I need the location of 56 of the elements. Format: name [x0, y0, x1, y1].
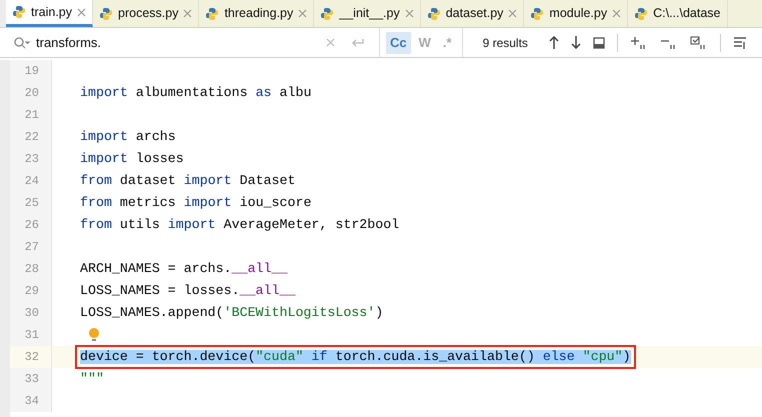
line-number: 20: [10, 82, 52, 104]
python-file-icon: [205, 6, 220, 20]
python-file-icon: [320, 6, 334, 20]
search-icon: [14, 36, 30, 48]
code-line: import archs: [80, 130, 176, 144]
file-tab[interactable]: train.py: [6, 0, 93, 27]
python-file-icon: [99, 6, 113, 20]
up-arrow-icon[interactable]: [548, 36, 559, 49]
line-number: 28: [10, 258, 52, 280]
line-number: 29: [10, 280, 52, 302]
line-number: 25: [10, 192, 52, 214]
python-file-icon: [12, 5, 26, 19]
window-icon[interactable]: [592, 36, 605, 48]
lightbulb-icon[interactable]: [88, 328, 100, 342]
search-option-toggle[interactable]: Cc: [386, 32, 411, 54]
close-icon[interactable]: [404, 9, 414, 18]
line-number: 24: [10, 170, 52, 192]
file-tab[interactable]: threading.py: [199, 0, 314, 27]
line-number: 21: [10, 104, 52, 126]
code-line: from dataset import Dataset: [80, 174, 296, 188]
code-line: """: [80, 372, 104, 386]
close-icon[interactable]: [183, 9, 192, 18]
clear-icon[interactable]: [326, 38, 335, 47]
file-tab[interactable]: dataset.py: [420, 0, 524, 27]
python-file-icon: [634, 6, 648, 20]
close-icon[interactable]: [612, 9, 622, 18]
file-tab[interactable]: __init__.py: [314, 0, 421, 27]
results-count: 9 results: [482, 34, 529, 52]
line-number: 26: [10, 214, 52, 236]
line-number: 31: [10, 324, 52, 346]
line-number: 34: [10, 390, 52, 412]
line-number: 23: [10, 148, 52, 170]
code-line: LOSS_NAMES = losses.__all__: [80, 284, 296, 298]
newline-icon[interactable]: [351, 38, 365, 48]
file-tab[interactable]: C:\...\datase: [628, 0, 728, 27]
python-file-icon: [530, 6, 544, 20]
line-number: 27: [10, 236, 52, 258]
code-line: from metrics import iou_score: [80, 196, 312, 210]
line-number: 19: [10, 60, 52, 82]
search-field[interactable]: transforms.: [0, 28, 380, 57]
line-number: 22: [10, 126, 52, 148]
close-icon[interactable]: [508, 9, 518, 18]
code-line: from utils import AverageMeter, str2bool: [80, 218, 400, 232]
filter-lines-icon[interactable]: [732, 36, 749, 50]
line-number: 30: [10, 302, 52, 324]
down-arrow-icon[interactable]: [570, 36, 581, 49]
line-number: 33: [10, 368, 52, 390]
close-icon[interactable]: [298, 9, 308, 18]
code-line: LOSS_NAMES.append('BCEWithLogitsLoss'): [80, 306, 384, 320]
close-icon[interactable]: [77, 8, 86, 16]
file-tab[interactable]: module.py: [524, 0, 628, 27]
code-line: import albumentations as albu: [80, 86, 312, 100]
python-file-icon: [426, 6, 441, 20]
code-line: ARCH_NAMES = archs.__all__: [80, 262, 288, 276]
code-line: import losses: [80, 152, 184, 166]
file-tab[interactable]: process.py: [93, 0, 200, 27]
